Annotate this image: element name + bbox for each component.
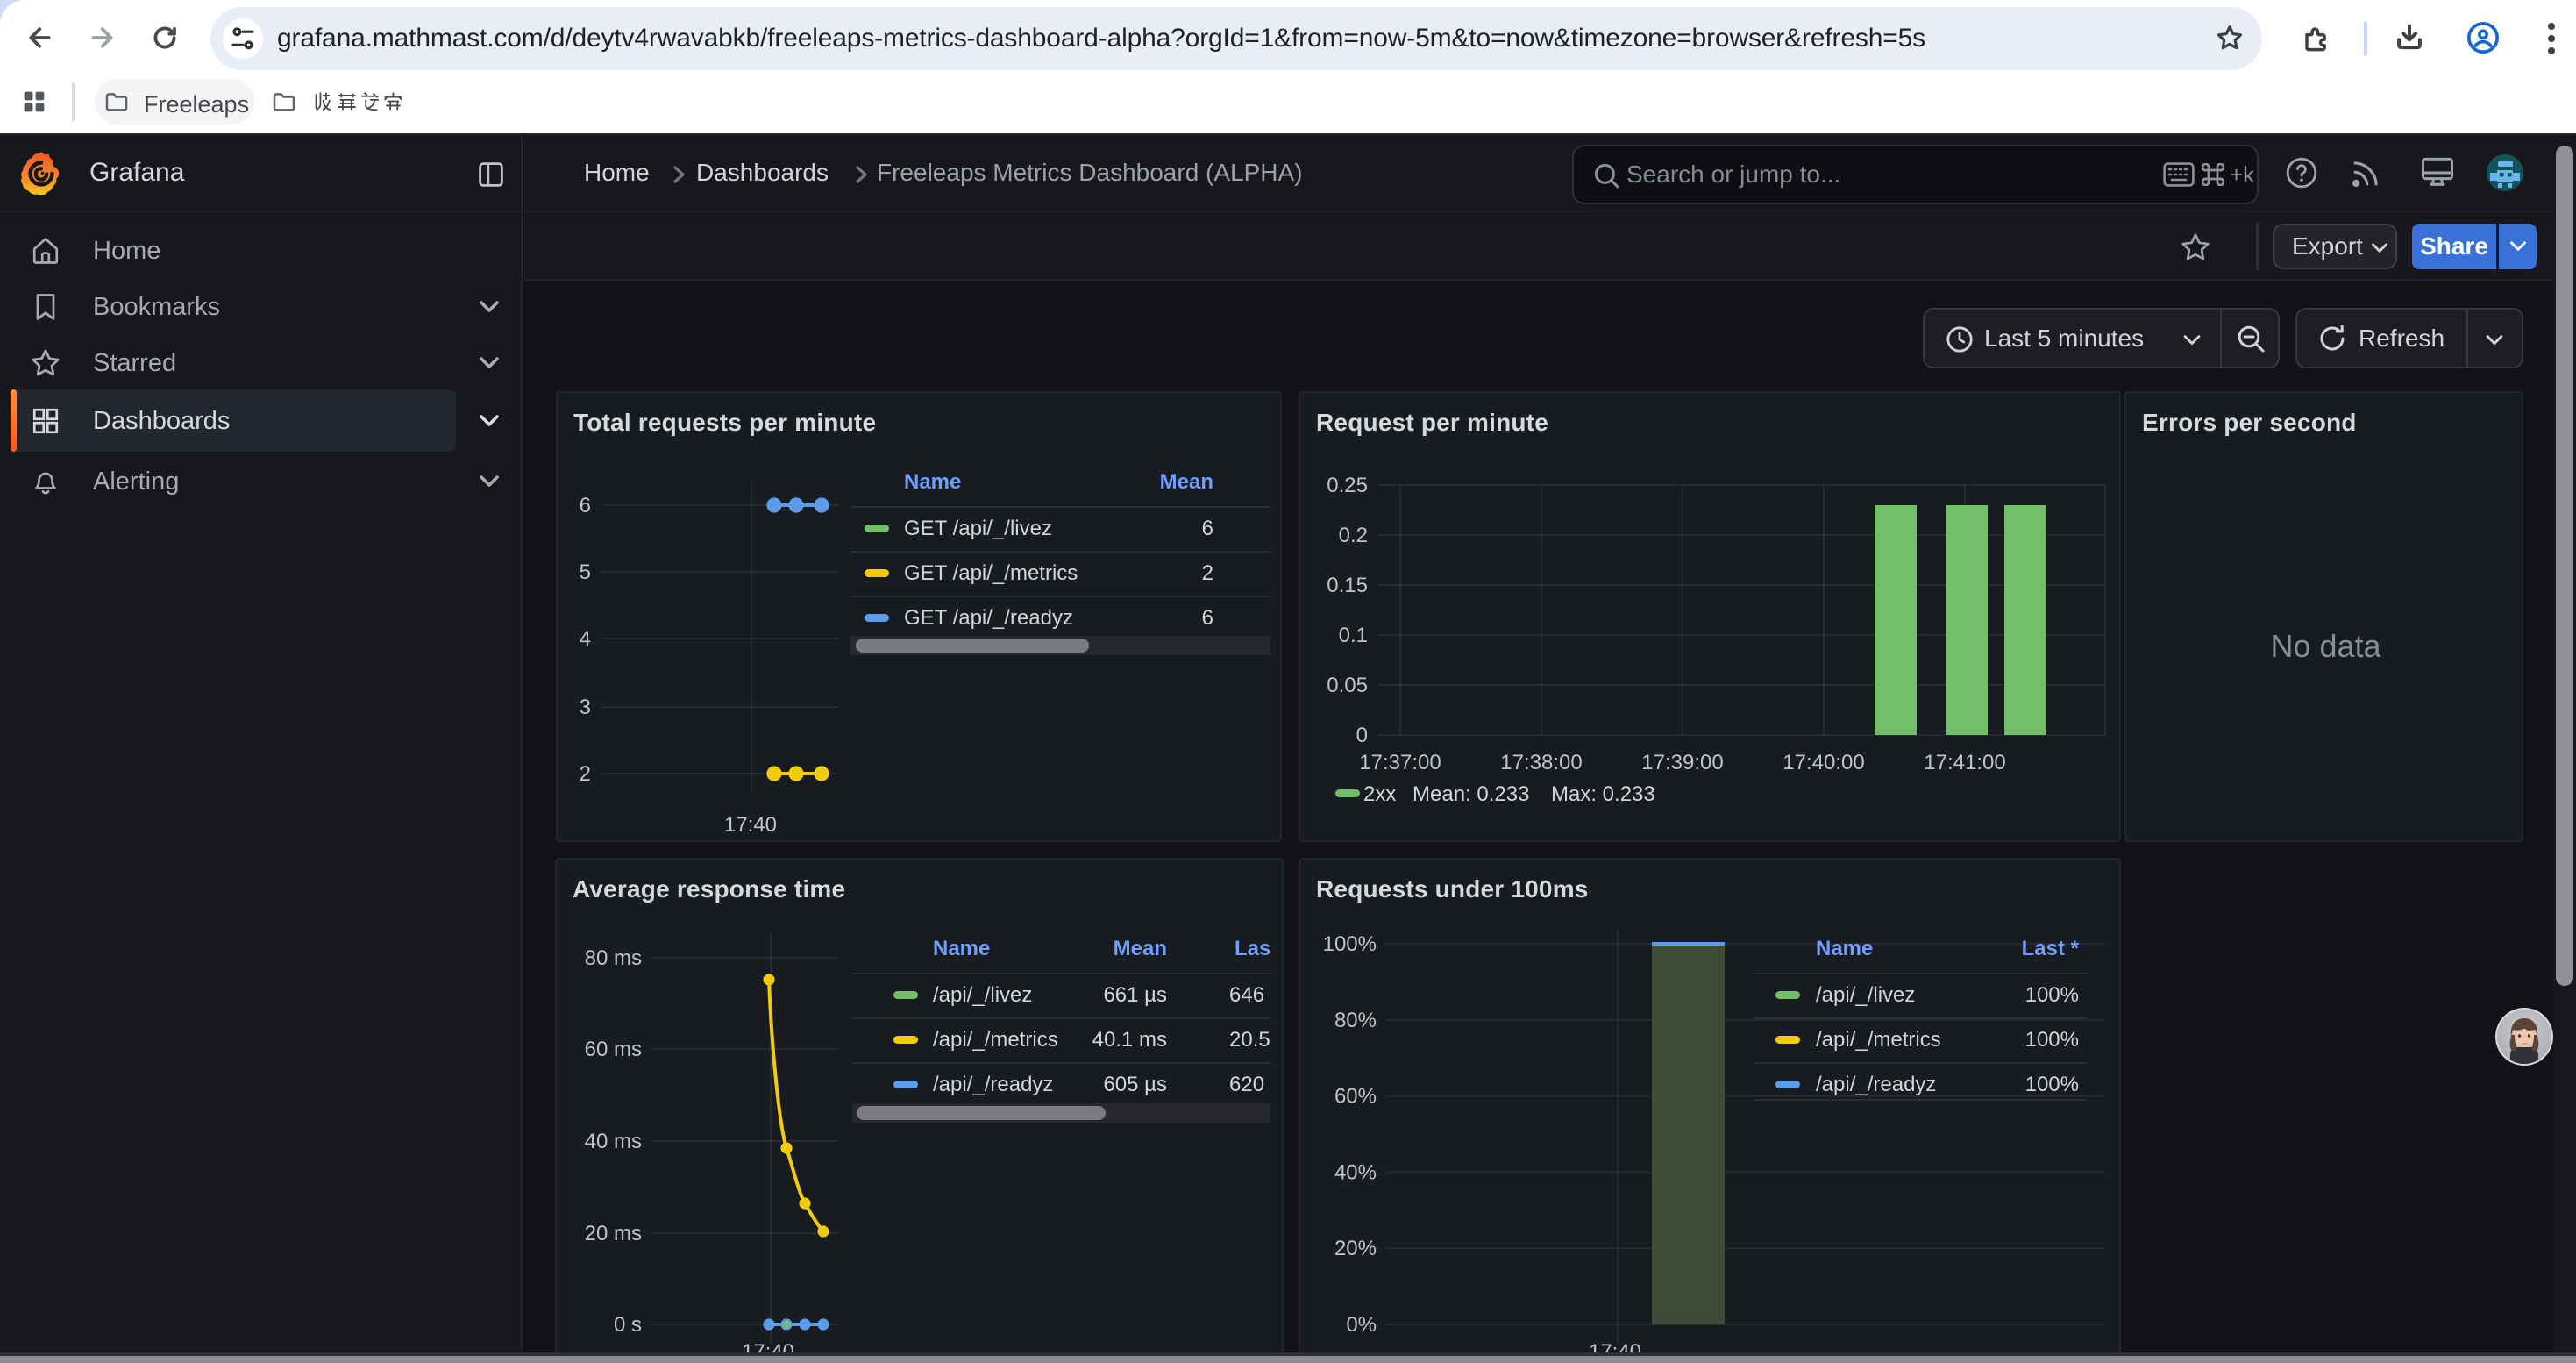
svg-text:20%: 20%: [1334, 1237, 1377, 1260]
svg-text:0.2: 0.2: [1339, 524, 1368, 547]
svg-text:100%: 100%: [1323, 932, 1377, 956]
svg-text:20 ms: 20 ms: [585, 1222, 642, 1245]
svg-text:5: 5: [580, 560, 591, 584]
svg-text:0.15: 0.15: [1327, 574, 1368, 597]
svg-text:17:40:00: 17:40:00: [1783, 751, 1864, 774]
svg-text:6: 6: [580, 494, 591, 517]
svg-text:0.25: 0.25: [1327, 474, 1368, 497]
svg-text:3: 3: [580, 696, 591, 719]
svg-text:60 ms: 60 ms: [585, 1038, 642, 1061]
svg-text:17:38:00: 17:38:00: [1500, 751, 1582, 774]
svg-text:80%: 80%: [1334, 1009, 1377, 1032]
svg-text:0: 0: [1356, 724, 1368, 747]
svg-text:40%: 40%: [1334, 1160, 1377, 1184]
svg-text:4: 4: [580, 627, 591, 651]
svg-text:17:40: 17:40: [724, 813, 777, 837]
svg-text:0 s: 0 s: [614, 1313, 642, 1337]
svg-text:0%: 0%: [1346, 1313, 1377, 1337]
svg-text:80 ms: 80 ms: [585, 946, 642, 970]
svg-text:0.05: 0.05: [1327, 674, 1368, 697]
svg-text:2: 2: [580, 762, 591, 786]
svg-text:40 ms: 40 ms: [585, 1130, 642, 1153]
svg-text:0.1: 0.1: [1339, 624, 1368, 647]
svg-text:17:39:00: 17:39:00: [1641, 751, 1723, 774]
svg-text:17:41:00: 17:41:00: [1924, 751, 2005, 774]
svg-text:60%: 60%: [1334, 1085, 1377, 1109]
svg-text:17:37:00: 17:37:00: [1359, 751, 1441, 774]
